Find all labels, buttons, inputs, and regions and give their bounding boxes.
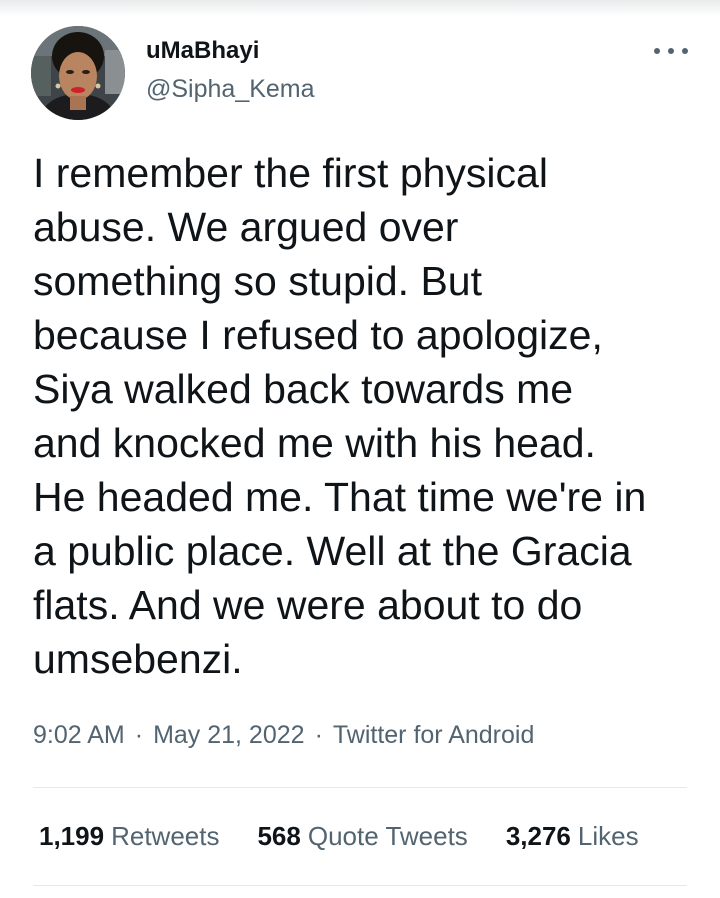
- retweets-stat[interactable]: 1,199 Retweets: [39, 819, 219, 853]
- divider: [33, 885, 687, 886]
- likes-stat[interactable]: 3,276 Likes: [506, 819, 639, 853]
- tweet-source[interactable]: Twitter for Android: [333, 721, 534, 749]
- tweet-text-line: umsebenzi.: [33, 636, 243, 682]
- tweet-text-line: because I refused to apologize,: [33, 312, 603, 358]
- author-info: uMaBhayi @Sipha_Kema: [146, 36, 315, 105]
- divider: [33, 787, 687, 788]
- meta-separator: ·: [134, 721, 144, 749]
- quote-tweets-stat[interactable]: 568 Quote Tweets: [257, 819, 467, 853]
- tweet-text-line: flats. And we were about to do: [33, 582, 583, 628]
- profile-photo-icon: [31, 26, 125, 120]
- likes-label: Likes: [577, 821, 639, 851]
- avatar[interactable]: [31, 26, 125, 120]
- user-handle[interactable]: @Sipha_Kema: [146, 73, 315, 105]
- more-horizontal-icon-dot: [668, 48, 674, 54]
- tweet-text-line: something so stupid. But: [33, 258, 482, 304]
- tweet-text-line: Siya walked back towards me: [33, 366, 574, 412]
- display-name[interactable]: uMaBhayi: [146, 36, 315, 66]
- engagement-stats: 1,199 Retweets 568 Quote Tweets 3,276 Likes: [39, 819, 639, 853]
- tweet-time[interactable]: 9:02 AM: [33, 721, 125, 749]
- tweet-text: I remember the first physical abuse. We …: [33, 146, 703, 686]
- tweet-text-line: I remember the first physical: [33, 150, 548, 196]
- retweets-count: 1,199: [39, 821, 105, 851]
- tweet-date[interactable]: May 21, 2022: [153, 721, 305, 749]
- tweet-text-line: a public place. Well at the Gracia: [33, 528, 632, 574]
- tweet-text-line: He headed me. That time we're in: [33, 474, 647, 520]
- tweet-detail-page: uMaBhayi @Sipha_Kema I remember the firs…: [0, 0, 720, 898]
- more-horizontal-icon-dot: [682, 48, 688, 54]
- tweet-text-line: abuse. We argued over: [33, 204, 459, 250]
- top-edge-shadow: [0, 0, 720, 16]
- more-options-button[interactable]: [654, 44, 688, 58]
- tweet-metadata: 9:02 AM · May 21, 2022 · Twitter for Android: [33, 719, 534, 751]
- quote-tweets-label: Quote Tweets: [307, 821, 468, 851]
- tweet-text-line: and knocked me with his head.: [33, 420, 596, 466]
- meta-separator: ·: [314, 721, 323, 749]
- likes-count: 3,276: [505, 821, 571, 851]
- more-horizontal-icon: [654, 48, 660, 54]
- quote-tweets-count: 568: [257, 821, 301, 851]
- retweets-label: Retweets: [111, 821, 220, 851]
